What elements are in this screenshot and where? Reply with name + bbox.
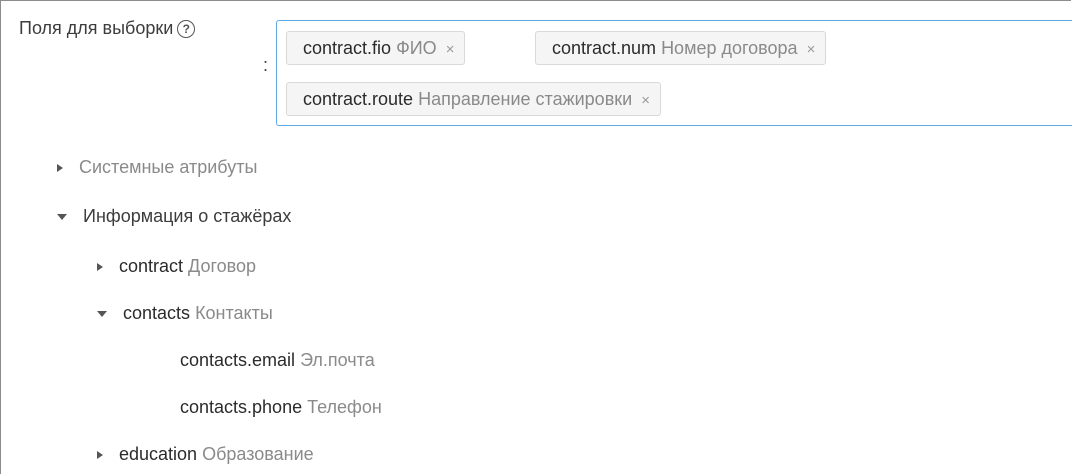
tree-node-key: education [119,444,198,464]
selected-tag: contract.route Направление стажировки × [286,82,661,116]
tree-node-contract[interactable]: contract Договор [97,251,256,281]
tree-node-key: contract [119,256,184,276]
tree-node-description: Телефон [307,397,382,417]
tree-leaf-contacts-phone[interactable]: contacts.phone Телефон [180,392,382,422]
field-label-colon: : [263,55,269,75]
expanded-caret-icon[interactable] [57,214,67,221]
expanded-caret-icon[interactable] [97,311,107,318]
tag-description: Направление стажировки [418,89,633,109]
remove-tag-icon[interactable]: × [446,41,455,58]
collapsed-caret-icon[interactable] [97,263,103,272]
tag-key: contract.fio [303,38,392,58]
selected-tag: contract.fio ФИО × [286,31,466,65]
tag-description: ФИО [396,38,437,58]
tree-node-description: Контакты [195,303,273,323]
remove-tag-icon[interactable]: × [807,41,816,58]
tree-node-key: contacts.email [180,350,296,370]
window-frame: Поля для выборки? : contract.fio ФИО × c… [0,0,1072,476]
tree-node-contacts[interactable]: contacts Контакты [97,298,273,328]
tree-node-system-attributes[interactable]: Системные атрибуты [57,152,257,182]
tag-key: contract.route [303,89,414,109]
fields-tree-dropdown: Системные атрибуты Информация о стажёрах… [13,138,1072,476]
tree-node-label: Информация о стажёрах [83,206,292,226]
field-label-text: Поля для выборки [19,18,174,38]
tree-node-key: contacts.phone [180,397,303,417]
tree-node-education[interactable]: education Образование [97,439,314,469]
tree-node-description: Эл.почта [300,350,375,370]
selected-tag: contract.num Номер договора × [535,31,827,65]
collapsed-caret-icon[interactable] [97,451,103,460]
tree-node-description: Образование [202,444,314,464]
tree-node-label: Системные атрибуты [79,157,258,177]
remove-tag-icon[interactable]: × [641,92,650,109]
help-icon[interactable]: ? [177,20,196,38]
tree-node-description: Договор [188,256,257,276]
tag-key: contract.num [552,38,657,58]
field-label: Поля для выборки? [19,17,196,39]
tag-description: Номер договора [661,38,798,58]
fields-multiselect[interactable]: contract.fio ФИО × contract.num Номер до… [276,20,1072,126]
tree-node-intern-info[interactable]: Информация о стажёрах [57,201,291,231]
tree-leaf-contacts-email[interactable]: contacts.email Эл.почта [180,345,375,375]
tree-node-key: contacts [123,303,191,323]
collapsed-caret-icon[interactable] [57,164,63,173]
